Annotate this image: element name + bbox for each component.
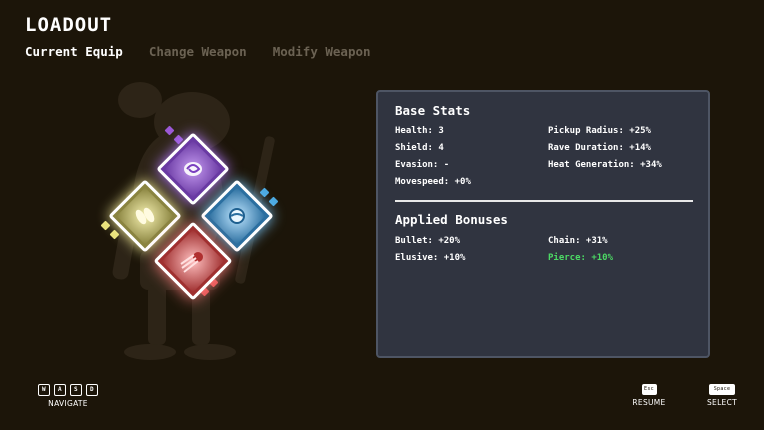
resume-label: RESUME bbox=[632, 398, 666, 407]
space-key[interactable]: Space bbox=[709, 384, 735, 395]
stat-heat-generation: Heat Generation: +34% bbox=[548, 160, 662, 170]
screen-title: LOADOUT bbox=[25, 14, 113, 36]
select-hint: Space SELECT bbox=[700, 384, 744, 407]
stat-evasion: Evasion: - bbox=[395, 160, 450, 170]
orb-icon bbox=[229, 208, 245, 224]
a-key[interactable]: A bbox=[54, 384, 66, 396]
w-key[interactable]: W bbox=[38, 384, 50, 396]
select-label: SELECT bbox=[706, 398, 738, 407]
stat-movespeed: Movespeed: +0% bbox=[395, 177, 471, 187]
bonus-chain: Chain: +31% bbox=[548, 236, 608, 246]
panel-divider bbox=[395, 200, 693, 202]
stat-health: Health: 3 bbox=[395, 126, 444, 136]
stat-rave-duration: Rave Duration: +14% bbox=[548, 143, 651, 153]
resume-hint: Esc RESUME bbox=[628, 384, 670, 407]
stats-panel: Base Stats Health: 3 Shield: 4 Evasion: … bbox=[376, 90, 710, 358]
s-key[interactable]: S bbox=[70, 384, 82, 396]
fireball-icon bbox=[180, 252, 203, 273]
tab-change-weapon[interactable]: Change Weapon bbox=[149, 44, 247, 59]
d-key[interactable]: D bbox=[86, 384, 98, 396]
tab-current-equip[interactable]: Current Equip bbox=[25, 44, 123, 59]
navigate-hint: W A S D NAVIGATE bbox=[32, 384, 104, 408]
spiral-bullet-icon bbox=[184, 162, 202, 176]
stat-pickup-radius: Pickup Radius: +25% bbox=[548, 126, 651, 136]
twin-bullets-icon bbox=[135, 207, 155, 225]
bonus-pierce: Pierce: +10% bbox=[548, 253, 614, 263]
esc-key[interactable]: Esc bbox=[641, 384, 657, 395]
bonus-elusive: Elusive: +10% bbox=[395, 253, 466, 263]
bonus-bullet: Bullet: +20% bbox=[395, 236, 461, 246]
tab-bar: Current Equip Change Weapon Modify Weapo… bbox=[25, 44, 371, 59]
base-stats-title: Base Stats bbox=[395, 103, 471, 118]
applied-bonuses-title: Applied Bonuses bbox=[395, 212, 508, 227]
stat-shield: Shield: 4 bbox=[395, 143, 444, 153]
tab-modify-weapon[interactable]: Modify Weapon bbox=[273, 44, 371, 59]
navigate-label: NAVIGATE bbox=[48, 399, 88, 408]
